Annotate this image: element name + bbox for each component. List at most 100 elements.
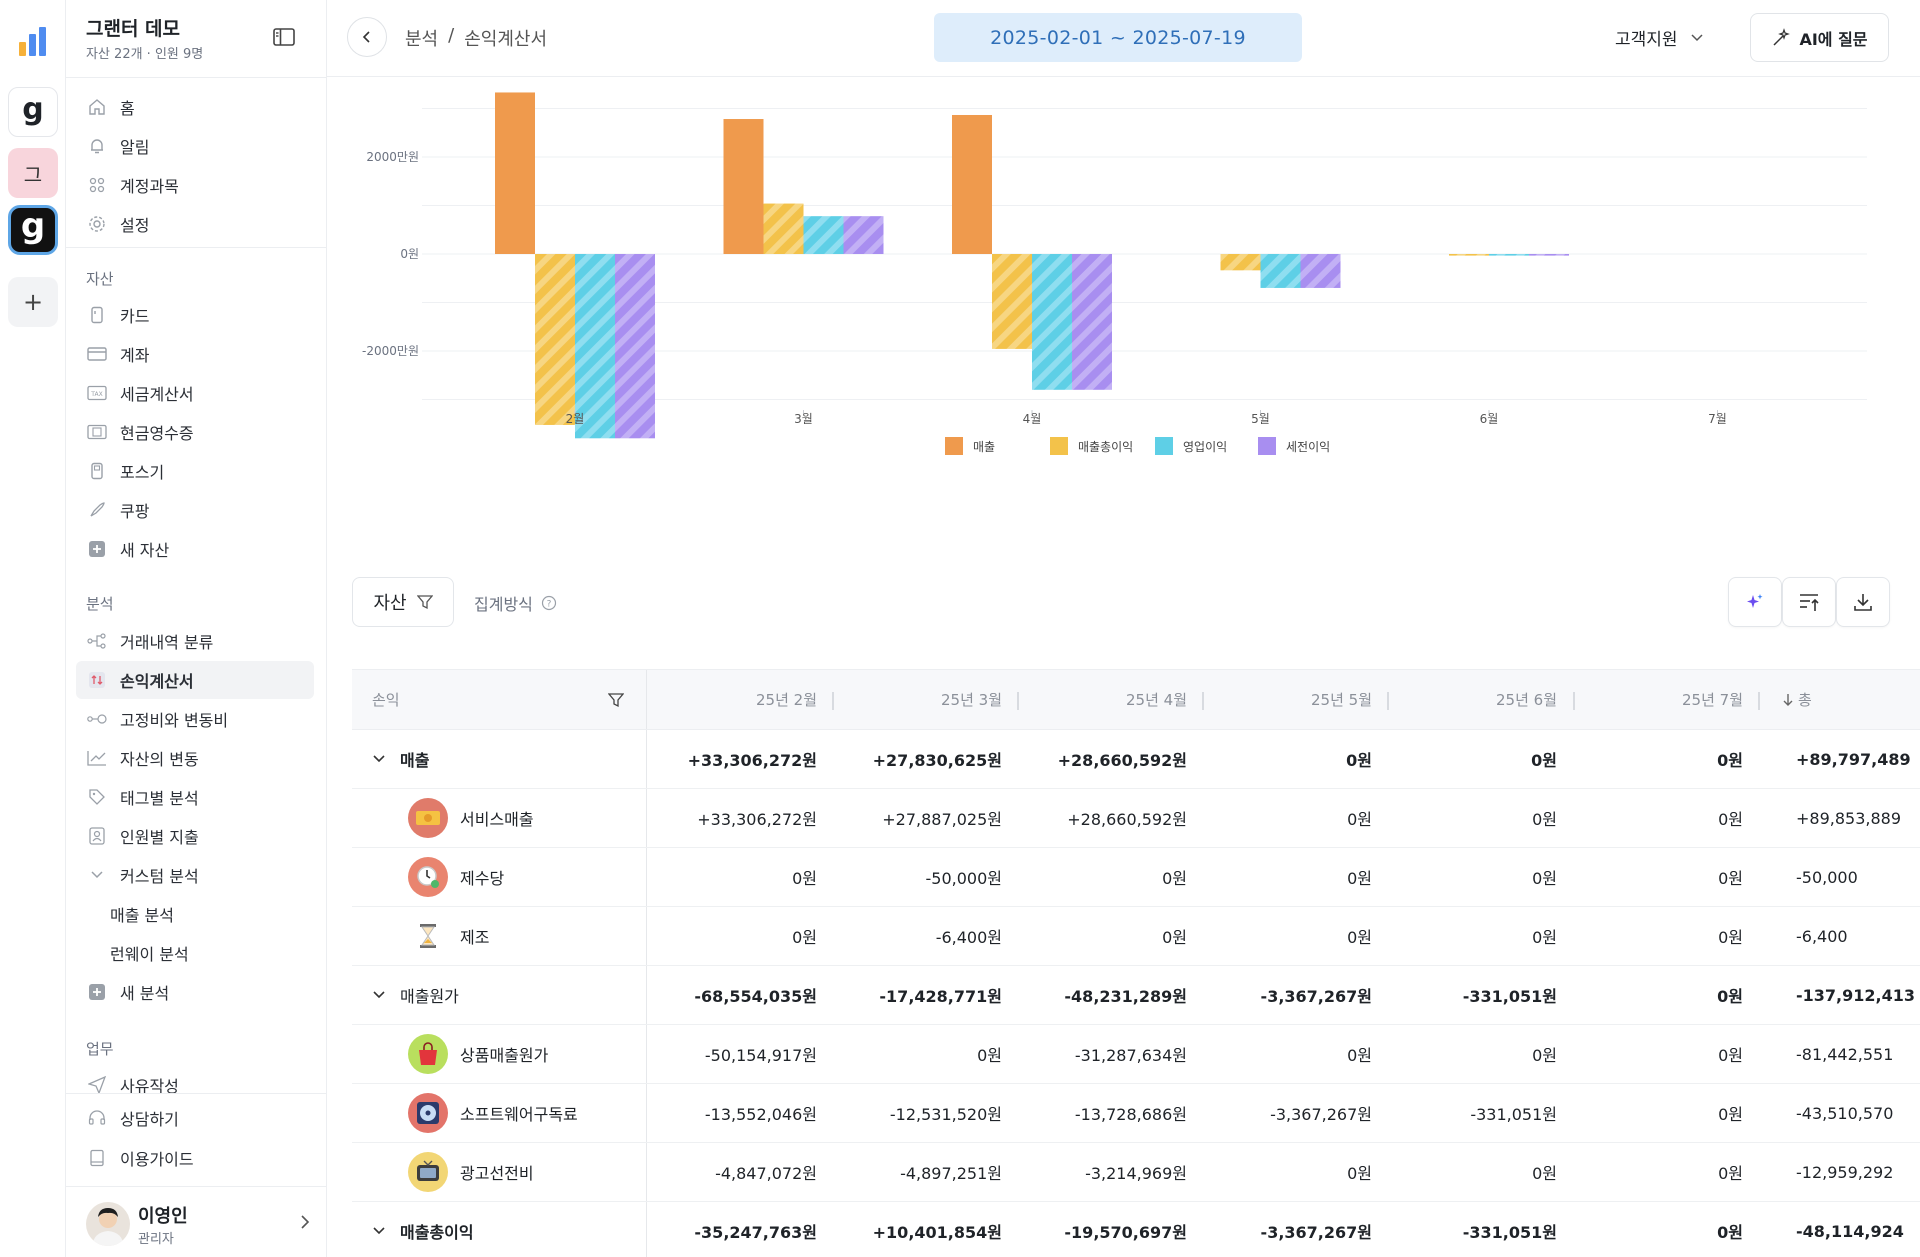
chevron-down-icon[interactable] bbox=[372, 754, 386, 764]
bar-매출[interactable] bbox=[952, 114, 992, 254]
chevron-down-icon[interactable] bbox=[372, 990, 386, 1000]
g-workspace-active-button[interactable]: g bbox=[8, 205, 58, 255]
column-header[interactable]: 25년 5월 bbox=[1202, 670, 1372, 729]
value-cell[interactable]: 0원 bbox=[1202, 789, 1372, 847]
sidebar-item-income-statement[interactable]: 손익계산서 bbox=[76, 661, 314, 699]
sidebar-item-bank[interactable]: 계좌 bbox=[76, 335, 314, 373]
value-cell[interactable]: -50,154,917원 bbox=[647, 1025, 817, 1083]
value-cell[interactable]: 0원 bbox=[1017, 907, 1187, 965]
column-header[interactable]: 25년 7월 bbox=[1573, 670, 1743, 729]
value-cell[interactable]: +27,887,025원 bbox=[832, 789, 1002, 847]
user-profile[interactable]: 이영인 관리자 bbox=[86, 1200, 314, 1250]
value-cell[interactable]: +10,401,854원 bbox=[832, 1202, 1002, 1257]
workspace-geu-button[interactable]: 그 bbox=[8, 148, 58, 198]
value-cell[interactable]: 0원 bbox=[1573, 1202, 1743, 1257]
value-cell[interactable]: 0원 bbox=[1387, 789, 1557, 847]
sidebar-item-asset-change[interactable]: 자산의 변동 bbox=[76, 739, 314, 777]
aggregation-method[interactable]: 집계방식 ? bbox=[474, 591, 557, 615]
bar-영업이익[interactable] bbox=[1032, 254, 1072, 390]
value-cell[interactable]: -35,247,763원 bbox=[647, 1202, 817, 1257]
bar-세전이익[interactable] bbox=[615, 254, 655, 439]
value-cell[interactable]: 0원 bbox=[1573, 1025, 1743, 1083]
column-header[interactable]: 25년 4월 bbox=[1017, 670, 1187, 729]
sidebar-item-new-asset[interactable]: 새 자산 bbox=[76, 530, 314, 568]
value-cell[interactable]: +89,797,489 bbox=[1754, 730, 1920, 788]
value-cell[interactable]: 0원 bbox=[1202, 730, 1372, 788]
sidebar-item-transactions[interactable]: 거래내역 분류 bbox=[76, 622, 314, 660]
value-cell[interactable]: 0원 bbox=[1202, 1143, 1372, 1201]
bar-매출총이익[interactable] bbox=[1220, 254, 1261, 271]
value-cell[interactable]: -48,114,924 bbox=[1754, 1202, 1920, 1257]
bar-매출총이익[interactable] bbox=[1449, 254, 1489, 256]
bar-매출[interactable] bbox=[495, 92, 535, 254]
value-cell[interactable]: -19,570,697원 bbox=[1017, 1202, 1187, 1257]
sidebar-item-settings[interactable]: 설정 bbox=[76, 205, 314, 243]
value-cell[interactable]: -3,214,969원 bbox=[1017, 1143, 1187, 1201]
value-cell[interactable]: 0원 bbox=[1573, 966, 1743, 1024]
ask-ai-button[interactable]: AI에 질문 bbox=[1750, 13, 1889, 62]
download-button[interactable] bbox=[1836, 577, 1890, 627]
bar-매출총이익[interactable] bbox=[992, 254, 1032, 349]
bar-매출총이익[interactable] bbox=[763, 203, 804, 254]
bar-영업이익[interactable] bbox=[803, 216, 844, 254]
value-cell[interactable]: -3,367,267원 bbox=[1202, 966, 1372, 1024]
table-row[interactable]: 상품매출원가 -50,154,917원 0원 -31,287,634원 0원 0원 0원 -8… bbox=[352, 1025, 1920, 1084]
value-cell[interactable]: 0원 bbox=[1573, 789, 1743, 847]
value-cell[interactable]: -4,897,251원 bbox=[832, 1143, 1002, 1201]
value-cell[interactable]: -331,051원 bbox=[1387, 1084, 1557, 1142]
value-cell[interactable]: 0원 bbox=[1202, 848, 1372, 906]
sidebar-item-pos[interactable]: 포스기 bbox=[76, 452, 314, 490]
value-cell[interactable]: -17,428,771원 bbox=[832, 966, 1002, 1024]
bar-영업이익[interactable] bbox=[575, 254, 615, 439]
value-cell[interactable]: 0원 bbox=[1387, 1025, 1557, 1083]
sidebar-item-cash-receipt[interactable]: 현금영수증 bbox=[76, 413, 314, 451]
sidebar-item-sales-analysis[interactable]: 매출 분석 bbox=[76, 895, 314, 933]
column-header[interactable]: 25년 3월 bbox=[832, 670, 1002, 729]
value-cell[interactable]: -13,728,686원 bbox=[1017, 1084, 1187, 1142]
value-cell[interactable]: 0원 bbox=[832, 1025, 1002, 1083]
ai-sparkle-button[interactable] bbox=[1728, 577, 1782, 627]
value-cell[interactable]: 0원 bbox=[647, 848, 817, 906]
breadcrumb-analysis[interactable]: 분석 bbox=[405, 25, 438, 51]
sidebar-item-coupang[interactable]: 쿠팡 bbox=[76, 491, 314, 529]
value-cell[interactable]: -3,367,267원 bbox=[1202, 1084, 1372, 1142]
bar-세전이익[interactable] bbox=[843, 216, 884, 254]
g-workspace-button[interactable]: g bbox=[8, 87, 58, 137]
table-group-row[interactable]: 매출 +33,306,272원 +27,830,625원 +28,660,592원 0원… bbox=[352, 730, 1920, 789]
value-cell[interactable]: +89,853,889 bbox=[1754, 789, 1920, 847]
table-group-row[interactable]: 매출원가 -68,554,035원 -17,428,771원 -48,231,289원… bbox=[352, 966, 1920, 1025]
value-cell[interactable]: 0원 bbox=[1387, 848, 1557, 906]
value-cell[interactable]: 0원 bbox=[647, 907, 817, 965]
value-cell[interactable]: 0원 bbox=[1017, 848, 1187, 906]
value-cell[interactable]: 0원 bbox=[1387, 1143, 1557, 1201]
value-cell[interactable]: -12,959,292 bbox=[1754, 1143, 1920, 1201]
table-row[interactable]: 제조 0원 -6,400원 0원 0원 0원 0원 -6,400 bbox=[352, 907, 1920, 966]
value-cell[interactable]: -43,510,570 bbox=[1754, 1084, 1920, 1142]
value-cell[interactable]: -3,367,267원 bbox=[1202, 1202, 1372, 1257]
value-cell[interactable]: -50,000 bbox=[1754, 848, 1920, 906]
sidebar-toggle-icon[interactable] bbox=[273, 27, 295, 51]
sidebar-item-card[interactable]: 카드 bbox=[76, 296, 314, 334]
value-cell[interactable]: +28,660,592원 bbox=[1017, 789, 1187, 847]
value-cell[interactable]: 0원 bbox=[1573, 1143, 1743, 1201]
sidebar-item-tax-invoice[interactable]: TAX 세금계산서 bbox=[76, 374, 314, 412]
bar-영업이익[interactable] bbox=[1260, 254, 1301, 288]
bar-매출총이익[interactable] bbox=[535, 254, 575, 425]
column-header[interactable]: 25년 6월 bbox=[1387, 670, 1557, 729]
sidebar-item-tag-analysis[interactable]: 태그별 분석 bbox=[76, 778, 314, 816]
analytics-app-icon[interactable] bbox=[8, 17, 58, 67]
sidebar-item-fixed-variable[interactable]: 고정비와 변동비 bbox=[76, 700, 314, 738]
table-row[interactable]: 제수당 0원 -50,000원 0원 0원 0원 0원 -50,000 bbox=[352, 848, 1920, 907]
value-cell[interactable]: 0원 bbox=[1573, 730, 1743, 788]
table-row[interactable]: 소프트웨어구독료 -13,552,046원 -12,531,520원 -13,728,… bbox=[352, 1084, 1920, 1143]
value-cell[interactable]: -331,051원 bbox=[1387, 1202, 1557, 1257]
sidebar-item-custom-analysis[interactable]: 커스텀 분석 bbox=[76, 856, 314, 894]
value-cell[interactable]: -81,442,551 bbox=[1754, 1025, 1920, 1083]
bar-영업이익[interactable] bbox=[1489, 254, 1529, 256]
sidebar-item-new-analysis[interactable]: 새 분석 bbox=[76, 973, 314, 1011]
value-cell[interactable]: -13,552,046원 bbox=[647, 1084, 817, 1142]
value-cell[interactable]: -137,912,413 bbox=[1754, 966, 1920, 1024]
value-cell[interactable]: -50,000원 bbox=[832, 848, 1002, 906]
value-cell[interactable]: -331,051원 bbox=[1387, 966, 1557, 1024]
value-cell[interactable]: 0원 bbox=[1202, 907, 1372, 965]
